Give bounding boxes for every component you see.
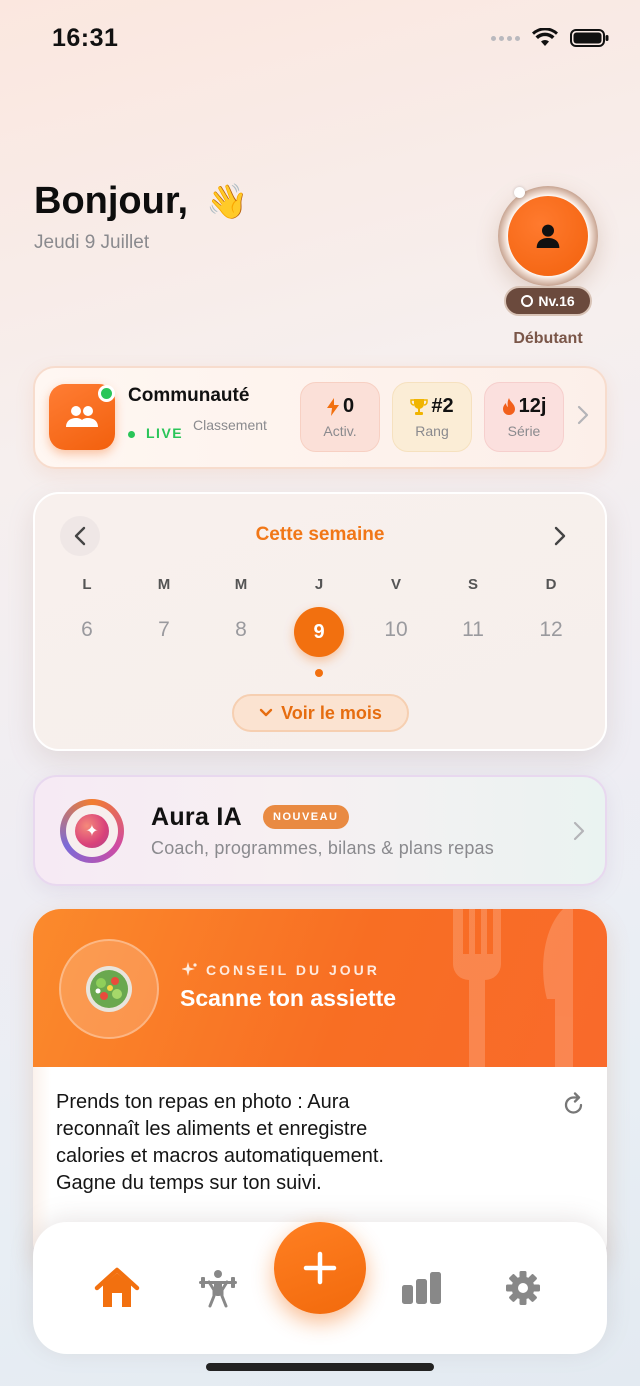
stat-activity-value: 0 [342, 395, 355, 417]
day-letter: M [211, 576, 271, 594]
day-letter-text: S [467, 576, 478, 593]
cellular-signal-icon [491, 35, 520, 41]
day-number[interactable]: 7 [134, 618, 194, 642]
day-number[interactable]: 6 [57, 618, 117, 642]
day-number[interactable]: 10 [366, 618, 426, 642]
sparkle-icon [182, 962, 197, 976]
today-indicator-dot [315, 669, 323, 677]
greeting: Bonjour, 👋 [34, 180, 248, 223]
nav-settings-button[interactable] [498, 1266, 548, 1310]
stat-rank[interactable]: #2 Rang [392, 382, 472, 452]
stat-activity-label: Activ. [323, 423, 357, 439]
status-icons [491, 28, 610, 48]
salad-icon [59, 939, 159, 1039]
lightning-icon [326, 397, 339, 416]
day-letter: V [366, 576, 426, 594]
stat-rank-value: #2 [431, 395, 454, 417]
sparkle-icon: ✦ [75, 814, 109, 848]
stat-streak-label: Série [507, 423, 541, 439]
day-letter: S [443, 576, 503, 594]
rank-label: Débutant [513, 330, 583, 347]
current-date: Jeudi 9 Juillet [34, 232, 150, 253]
trophy-icon [410, 398, 429, 415]
day-letter-text: V [390, 576, 401, 593]
stat-streak-value: 12j [518, 395, 547, 417]
day-letter: L [57, 576, 117, 594]
live-label: LIVE [146, 425, 184, 441]
user-icon [536, 224, 560, 248]
nav-home-button[interactable] [92, 1266, 142, 1310]
day-number-selected[interactable]: 9 [294, 607, 344, 657]
battery-icon [570, 29, 609, 47]
day-letter-text: D [545, 576, 557, 593]
home-indicator [206, 1363, 434, 1371]
wave-emoji-icon: 👋 [206, 182, 249, 221]
nav-stats-button[interactable] [397, 1266, 447, 1310]
aura-logo-icon: ✦ [60, 799, 124, 863]
level-text: Nv.16 [538, 293, 575, 309]
stat-streak[interactable]: 12j Série [484, 382, 564, 452]
level-badge: Nv.16 [504, 286, 592, 316]
day-letter-text: L [82, 576, 92, 593]
add-button[interactable] [274, 1222, 366, 1314]
tip-title: Scanne ton assiette [180, 985, 397, 1011]
view-month-label: Voir le mois [281, 702, 382, 723]
cutlery-icon [453, 909, 573, 1067]
stat-rank-value-row: #2 [410, 395, 454, 418]
tip-body: Prends ton repas en photo : Aura reconna… [56, 1091, 384, 1194]
tip-kicker-text: CONSEIL DU JOUR [206, 962, 380, 978]
stats-icon [402, 1272, 441, 1304]
day-letter-text: J [314, 576, 324, 593]
tip-kicker: CONSEIL DU JOUR [182, 962, 380, 978]
nav-workout-button[interactable] [193, 1266, 243, 1310]
calendar-title: Cette semaine [255, 524, 385, 545]
profile-avatar-button[interactable] [508, 196, 588, 276]
day-letter-text: M [234, 576, 248, 593]
stat-activity[interactable]: 0 Activ. [300, 382, 380, 452]
community-chevron-right-icon[interactable] [577, 405, 589, 431]
greeting-text: Bonjour, [34, 180, 189, 222]
aura-subtitle: Coach, programmes, bilans & plans repas [151, 838, 494, 858]
aura-logo-inner: ✦ [66, 805, 118, 857]
salad-bowl-graphic [86, 966, 132, 1012]
workout-icon [199, 1270, 237, 1308]
next-week-button[interactable] [540, 516, 580, 556]
new-badge: NOUVEAU [263, 805, 349, 829]
day-number[interactable]: 12 [521, 618, 581, 642]
stat-activity-value-row: 0 [326, 395, 354, 418]
day-letter: J [289, 576, 349, 594]
aura-title: Aura IA [151, 803, 243, 831]
online-indicator [98, 385, 115, 402]
day-letter: D [521, 576, 581, 594]
users-icon [66, 406, 98, 427]
status-time: 16:31 [52, 24, 119, 52]
avatar-status-dot [514, 187, 525, 198]
community-subtitle: Classement [193, 417, 267, 433]
home-icon [94, 1267, 140, 1307]
flame-icon [502, 397, 515, 415]
community-title: Communauté [128, 385, 250, 406]
view-month-button[interactable]: Voir le mois [232, 694, 409, 732]
day-number[interactable]: 11 [443, 618, 503, 642]
stat-rank-label: Rang [415, 423, 449, 439]
live-dot [128, 431, 135, 438]
chevron-down-icon [259, 708, 273, 717]
add-icon [303, 1251, 337, 1285]
day-letter-text: M [157, 576, 171, 593]
day-letter: M [134, 576, 194, 594]
day-number[interactable]: 8 [211, 618, 271, 642]
level-ring-icon [521, 295, 534, 307]
refresh-tip-icon[interactable] [563, 1092, 585, 1121]
previous-week-button[interactable] [60, 516, 100, 556]
chevron-right-icon [554, 526, 566, 546]
settings-icon [506, 1271, 540, 1305]
chevron-left-icon [74, 526, 86, 546]
aura-chevron-right-icon[interactable] [573, 821, 585, 846]
wifi-icon [532, 28, 558, 46]
stat-streak-value-row: 12j [502, 395, 547, 418]
